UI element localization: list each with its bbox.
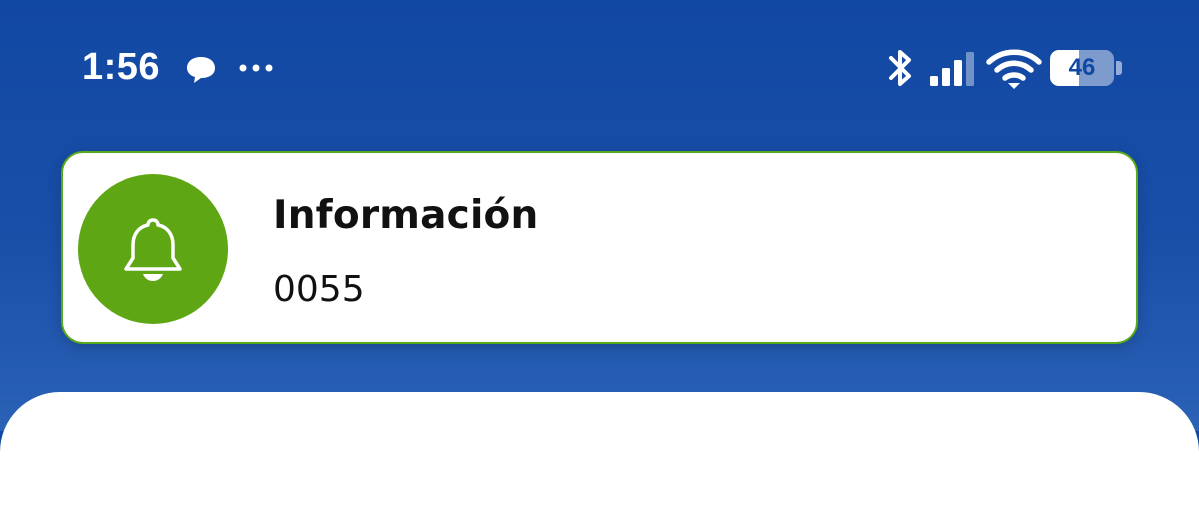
battery-cap	[1116, 61, 1122, 75]
notification-body: 0055	[273, 269, 365, 310]
bluetooth-icon	[889, 50, 911, 86]
bell-icon	[124, 218, 182, 281]
bottom-sheet	[0, 392, 1199, 512]
battery-body: 46	[1050, 50, 1114, 86]
notification-title: Información	[273, 193, 539, 238]
battery-level-text: 46	[1068, 54, 1096, 81]
notification-avatar	[78, 174, 228, 324]
chat-bubble-icon	[187, 57, 215, 83]
status-bar: 1:56 46	[0, 0, 1199, 140]
cellular-signal-icon	[930, 52, 974, 86]
notification-card[interactable]: Información 0055	[61, 151, 1138, 344]
more-dots-icon	[239, 64, 273, 72]
wifi-icon	[986, 49, 1042, 89]
status-time: 1:56	[82, 46, 161, 88]
battery-icon: 46	[1050, 50, 1122, 86]
